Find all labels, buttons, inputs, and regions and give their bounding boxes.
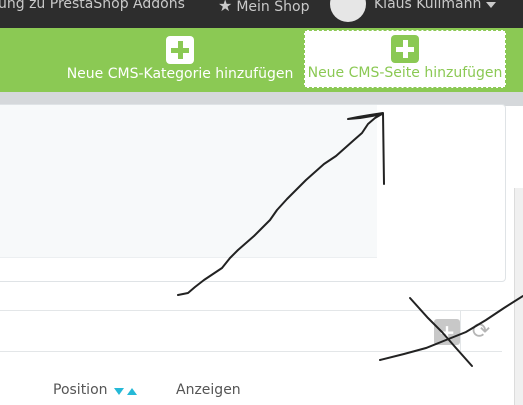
add-cms-category-label: Neue CMS-Kategorie hinzufügen	[66, 66, 294, 82]
column-header-position[interactable]: Position	[53, 382, 108, 398]
add-cms-page-button[interactable]: Neue CMS-Seite hinzufügen	[304, 30, 506, 88]
plus-icon	[166, 36, 194, 64]
page-toolbar: Neue CMS-Kategorie hinzufügen Neue CMS-S…	[0, 28, 523, 92]
content-panel	[0, 104, 506, 282]
caret-down-icon[interactable]	[486, 2, 496, 8]
panel-inner-area	[0, 105, 377, 258]
top-navbar: ung zu PrestaShop Addons ★ Mein Shop Klau…	[0, 0, 523, 28]
user-name[interactable]: Klaus Kullmann	[374, 0, 481, 12]
my-shop-link[interactable]: ★ Mein Shop	[218, 0, 309, 15]
list-toolbar: + ⟳	[0, 310, 502, 352]
refresh-icon[interactable]: ⟳	[468, 319, 494, 345]
sort-down-icon[interactable]	[114, 388, 124, 395]
star-icon: ★	[218, 0, 233, 15]
toolbar-divider	[460, 311, 461, 351]
avatar[interactable]	[330, 0, 366, 22]
add-cms-page-label: Neue CMS-Seite hinzufügen	[307, 65, 503, 81]
scrollbar[interactable]	[514, 188, 523, 405]
add-cms-category-button[interactable]: Neue CMS-Kategorie hinzufügen	[64, 28, 296, 90]
column-header-display[interactable]: Anzeigen	[176, 382, 241, 398]
add-icon[interactable]: +	[434, 319, 460, 345]
my-shop-label: Mein Shop	[236, 0, 310, 15]
plus-icon	[391, 35, 419, 63]
sort-up-icon[interactable]	[127, 388, 137, 395]
addons-link[interactable]: ung zu PrestaShop Addons	[0, 0, 185, 12]
